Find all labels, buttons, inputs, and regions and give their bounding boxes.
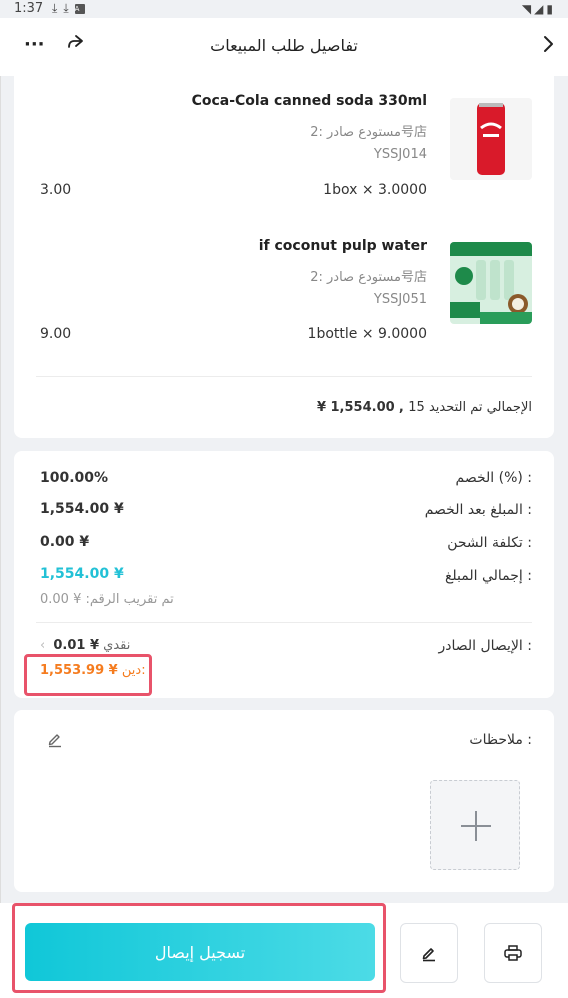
- pencil-icon: [48, 734, 61, 748]
- product-store: مستودع صادر :2号店: [310, 270, 427, 285]
- product-quantity: 1bottle × 9.0000: [307, 326, 427, 342]
- product-subtotal: 3.00: [40, 182, 72, 198]
- receipt-method[interactable]: ‹ نقدي ¥ 0.01: [40, 638, 130, 653]
- product-image-coconut: [450, 242, 532, 324]
- notes-card: ملاحظات :: [14, 710, 554, 892]
- product-name: Coca-Cola canned soda 330ml: [191, 93, 427, 109]
- status-bar: 1:37 ⤓⤓A ◥◢▮: [0, 0, 568, 18]
- summary-separator: ,: [398, 400, 409, 415]
- discount-label: الخصم (%) :: [455, 470, 533, 486]
- chevron-right-icon: [544, 36, 553, 52]
- product-name: if coconut pulp water: [258, 238, 427, 254]
- download-icon: ⤓: [52, 1, 64, 15]
- product-store: مستودع صادر :2号店: [310, 125, 427, 140]
- submit-highlight-box: [12, 903, 386, 993]
- after-discount-label: المبلغ بعد الخصم :: [424, 502, 532, 518]
- signal-icon: ◢: [534, 2, 547, 16]
- status-notification-icons: ⤓⤓A: [52, 1, 85, 16]
- shipping-value: 0.00 ¥: [40, 534, 90, 550]
- edit-notes-icon[interactable]: [46, 730, 64, 748]
- product-code: YSSJ051: [373, 292, 427, 307]
- notes-label: ملاحظات :: [469, 732, 532, 748]
- page-title: تفاصيل طلب المبيعات: [210, 36, 358, 55]
- download-icon: ⤓: [63, 1, 75, 15]
- summary-amount: 1,554.00 ¥: [316, 400, 395, 415]
- app-header: ··· تفاصيل طلب المبيعات: [0, 18, 568, 76]
- product-image-coca-cola: [450, 98, 532, 180]
- rounding-note: تم تقريب الرقم: ¥ 0.00: [40, 592, 174, 607]
- receipt-method-label: نقدي: [103, 638, 131, 653]
- selection-summary: الإجمالي تم التحديد 15 , 1,554.00 ¥: [317, 400, 532, 415]
- summary-label: الإجمالي تم التحديد: [428, 400, 532, 415]
- cash-amount: ¥ 0.01: [53, 638, 99, 653]
- chevron-left-icon: ‹: [40, 638, 46, 653]
- total-value: 1,554.00 ¥: [40, 566, 124, 582]
- total-label: إجمالي المبلغ :: [444, 568, 532, 584]
- items-card: Coca-Cola canned soda 330ml مستودع صادر …: [14, 76, 554, 438]
- edit-button[interactable]: [400, 923, 458, 983]
- product-code: YSSJ014: [373, 147, 427, 162]
- coconut-water-image: [450, 242, 532, 324]
- discount-value: 100.00%: [40, 470, 109, 486]
- add-photo-button[interactable]: [430, 780, 520, 870]
- items-divider: [36, 376, 532, 377]
- back-icon[interactable]: [542, 34, 554, 58]
- left-edge-line: [0, 76, 1, 998]
- pencil-icon: [422, 948, 435, 962]
- wifi-icon: ◥: [521, 2, 535, 16]
- product-quantity: 1box × 3.0000: [323, 182, 427, 198]
- shipping-label: تكلفة الشحن :: [447, 535, 532, 551]
- coke-can-image: [450, 98, 532, 180]
- printer-icon: [504, 945, 522, 961]
- battery-icon: ▮: [546, 2, 556, 16]
- print-button[interactable]: [484, 923, 542, 983]
- plus-icon-vertical: [475, 811, 477, 841]
- summary-count: 15: [408, 400, 425, 415]
- receipt-label: الإيصال الصادر :: [438, 638, 532, 654]
- totals-divider: [36, 622, 532, 623]
- after-discount-value: 1,554.00 ¥: [40, 501, 124, 517]
- status-system-icons: ◥◢▮: [522, 2, 556, 16]
- debt-highlight-box: [24, 654, 152, 696]
- app-icon: A: [74, 3, 86, 14]
- product-subtotal: 9.00: [40, 326, 72, 342]
- status-time: 1:37: [14, 1, 44, 16]
